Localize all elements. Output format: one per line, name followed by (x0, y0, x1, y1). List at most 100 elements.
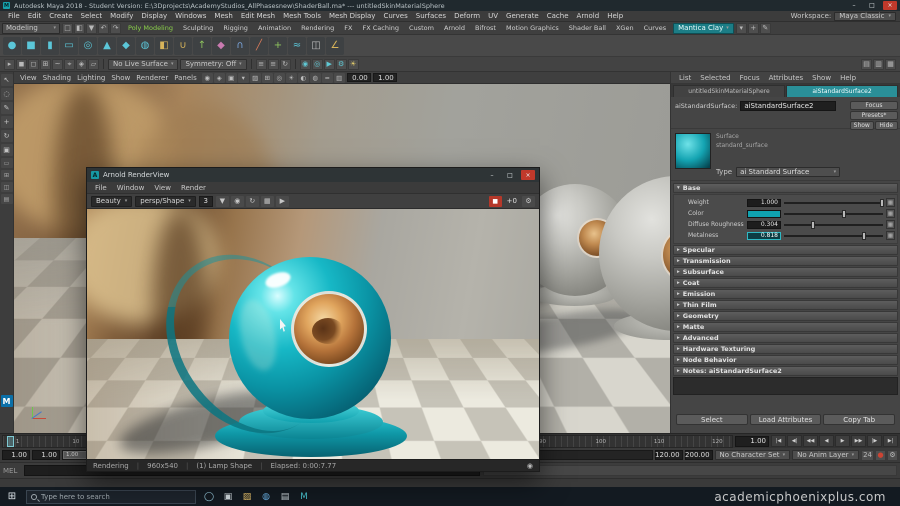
camera-attributes-icon[interactable]: ▣ (226, 73, 237, 83)
render-camera-dropdown[interactable]: persp/Shape ▾ (135, 196, 196, 207)
attribute-editor-tab[interactable]: untitledSkinMaterialSphere (673, 85, 785, 97)
playback-end-field[interactable]: 120.00 (655, 450, 683, 460)
weight-slider[interactable] (784, 199, 883, 207)
panel-menu[interactable]: Show (108, 74, 133, 82)
minimize-button[interactable]: – (847, 1, 861, 10)
gain-indicator[interactable]: +0 (505, 197, 519, 205)
arnold-maximize-button[interactable]: □ (503, 170, 517, 180)
output-connections-icon[interactable]: ≡ (268, 59, 279, 70)
snap-to-projected-center-icon[interactable]: ◈ (76, 59, 87, 70)
step-forward-button[interactable]: ▶▶ (851, 435, 866, 447)
hide-button[interactable]: Hide (875, 121, 899, 130)
save-scene-icon[interactable]: ▼ (86, 23, 97, 34)
settings-gear-icon[interactable]: ⚙ (522, 196, 535, 207)
attribute-section-bar[interactable]: Matte (673, 322, 898, 332)
notes-section-bar[interactable]: Notes: aiStandardSurface2 (673, 366, 898, 376)
auto-keyframe-icon[interactable]: ● (875, 450, 886, 461)
four-pane-layout-icon[interactable]: ⊞ (1, 170, 13, 180)
attribute-editor-menu[interactable]: Help (840, 74, 856, 82)
polygon-cylinder-icon[interactable]: ▮ (41, 37, 59, 55)
menu-item[interactable]: Modify (106, 12, 137, 20)
animation-start-field[interactable]: 1.00 (2, 450, 30, 460)
arnold-close-button[interactable]: × (521, 170, 535, 180)
channel-box-toggle-icon[interactable]: ▦ (885, 59, 896, 70)
attribute-section-bar[interactable]: Advanced (673, 333, 898, 343)
photos-icon[interactable]: ▤ (278, 490, 292, 504)
select-tool-icon[interactable]: ↖ (1, 74, 13, 86)
attribute-section-bar[interactable]: Coat (673, 278, 898, 288)
add-to-shelf-icon[interactable]: + (748, 23, 759, 34)
attribute-editor-tab[interactable]: aiStandardSurface2 (786, 85, 898, 97)
animation-end-field[interactable]: 200.00 (685, 450, 713, 460)
smooth-icon[interactable]: ≈ (288, 37, 306, 55)
step-back-button[interactable]: ◀◀ (803, 435, 818, 447)
menu-item[interactable]: Select (77, 12, 107, 20)
polygon-platonic-icon[interactable]: ◆ (117, 37, 135, 55)
menu-item[interactable]: UV (484, 12, 502, 20)
anim-layer-dropdown[interactable]: No Anim Layer ▾ (792, 450, 859, 460)
maya-taskbar-icon[interactable]: M (297, 490, 311, 504)
attribute-section-bar[interactable]: Specular (673, 245, 898, 255)
lighting-toggle-icon[interactable]: ☀ (286, 73, 297, 83)
redo-icon[interactable]: ↷ (110, 23, 121, 34)
scale-tool-icon[interactable]: ▣ (1, 144, 13, 156)
arnold-minimize-button[interactable]: – (485, 170, 499, 180)
menu-item[interactable]: Deform (450, 12, 484, 20)
shelf-tab[interactable]: Sculpting (178, 24, 218, 32)
bridge-icon[interactable]: ∩ (231, 37, 249, 55)
arnold-menu-item[interactable]: File (91, 184, 111, 192)
construction-history-icon[interactable]: ↻ (280, 59, 291, 70)
menu-item[interactable]: Mesh Display (325, 12, 379, 20)
tool-settings-toggle-icon[interactable]: ▥ (873, 59, 884, 70)
quad-draw-icon[interactable]: + (269, 37, 287, 55)
oversampling-icon[interactable]: ◎ (274, 73, 285, 83)
go-to-end-button[interactable]: ▶| (883, 435, 898, 447)
render-settings-icon[interactable]: ⚙ (336, 59, 347, 70)
metalness-field[interactable]: 0.818 (747, 232, 781, 240)
material-type-dropdown[interactable]: ai Standard Surface ▾ (736, 167, 840, 177)
multi-cut-icon[interactable]: ╱ (250, 37, 268, 55)
bookmarks-icon[interactable]: ▾ (238, 73, 249, 83)
weight-texture-map-button[interactable]: ▦ (886, 198, 895, 207)
task-view-icon[interactable]: ▣ (221, 490, 235, 504)
attribute-section-bar[interactable]: Node Behavior (673, 355, 898, 365)
continue-ipr-icon[interactable]: ▶ (276, 196, 289, 207)
shelf-tab[interactable]: Bifrost (470, 24, 501, 32)
base-section-bar[interactable]: Base (673, 183, 898, 193)
color-slider-handle[interactable] (842, 210, 846, 218)
attribute-editor-menu[interactable]: Selected (700, 74, 730, 82)
attribute-editor-menu[interactable]: Focus (740, 74, 760, 82)
shelf-tab[interactable]: Shader Ball (564, 24, 611, 32)
rotate-tool-icon[interactable]: ↻ (1, 130, 13, 142)
panel-menu[interactable]: Panels (171, 74, 200, 82)
menu-item[interactable]: File (4, 12, 24, 20)
menu-set-dropdown[interactable]: Modeling ▾ (2, 23, 60, 34)
panel-menu[interactable]: Renderer (133, 74, 171, 82)
diffuse-roughness-slider-handle[interactable] (811, 221, 815, 229)
diffuse-roughness-field[interactable]: 0.304 (747, 221, 781, 229)
snapshot-icon[interactable]: ◉ (231, 196, 244, 207)
shelf-tab[interactable]: Custom (404, 24, 439, 32)
bevel-icon[interactable]: ◆ (212, 37, 230, 55)
attribute-section-bar[interactable]: Hardware Texturing (673, 344, 898, 354)
shelf-tab[interactable]: Curves (639, 24, 672, 32)
image-plane-icon[interactable]: ▨ (250, 73, 261, 83)
notes-textarea[interactable] (673, 377, 898, 395)
snap-to-point-icon[interactable]: ⌖ (64, 59, 75, 70)
close-button[interactable]: × (883, 1, 897, 10)
shelf-tab[interactable]: XGen (611, 24, 639, 32)
input-connections-icon[interactable]: ≡ (256, 59, 267, 70)
maximize-button[interactable]: □ (865, 1, 879, 10)
shelf-tab[interactable]: Poly Modeling (123, 24, 178, 32)
weight-slider-handle[interactable] (880, 199, 884, 207)
menu-item[interactable]: Edit (24, 12, 46, 20)
menu-item[interactable]: Mesh (210, 12, 236, 20)
mirror-icon[interactable]: ◫ (307, 37, 325, 55)
menu-item[interactable]: Surfaces (412, 12, 450, 20)
color-slider[interactable] (784, 210, 883, 218)
menu-item[interactable]: Windows (171, 12, 210, 20)
iterations-field[interactable]: 3 (199, 196, 213, 207)
camera-icon[interactable]: ◉ (527, 462, 533, 470)
metalness-texture-map-button[interactable]: ▦ (886, 231, 895, 240)
shelf-tab[interactable]: FX Caching (358, 24, 405, 32)
